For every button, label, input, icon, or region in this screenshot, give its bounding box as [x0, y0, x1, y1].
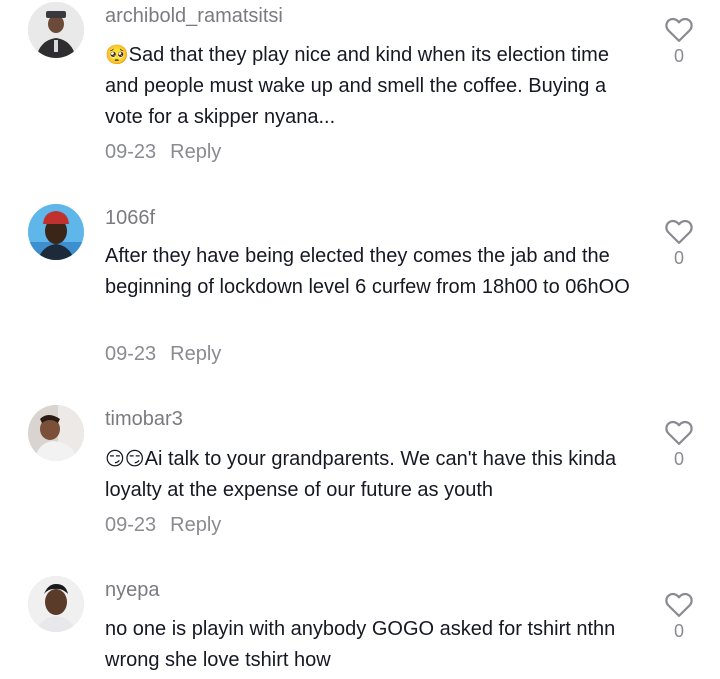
- comment-date: 09-23: [105, 141, 157, 163]
- comment-meta: 09-23 Reply: [105, 140, 221, 164]
- comment-date: 09-23: [105, 514, 157, 536]
- comment-text: no one is playin with anybody GOGO asked…: [105, 614, 640, 676]
- avatar-image: [28, 405, 84, 461]
- comment-text: After they have being elected they comes…: [105, 241, 640, 303]
- like-count: 0: [673, 46, 684, 66]
- avatar[interactable]: [28, 405, 84, 461]
- comment-username[interactable]: archibold_ramatsitsi: [105, 4, 283, 28]
- avatar[interactable]: [28, 576, 84, 632]
- comment-text: 😏😏Ai talk to your grandparents. We can't…: [105, 444, 640, 506]
- comment-username[interactable]: nyepa: [105, 578, 160, 602]
- like-control: 0: [662, 418, 696, 470]
- like-count: 0: [673, 449, 684, 469]
- avatar-image: [28, 204, 84, 260]
- heart-outline-icon[interactable]: [664, 15, 694, 43]
- comment-username[interactable]: 1066f: [105, 206, 155, 230]
- comment-body: After they have being elected they comes…: [105, 245, 630, 298]
- reply-button[interactable]: Reply: [170, 514, 221, 536]
- like-control: 0: [662, 15, 696, 67]
- pleading-face-emoji: 🥺: [105, 45, 129, 66]
- like-count: 0: [673, 621, 684, 641]
- comment-body: Ai talk to your grandparents. We can't h…: [105, 448, 617, 501]
- reply-button[interactable]: Reply: [170, 141, 221, 163]
- comment-username[interactable]: timobar3: [105, 407, 183, 431]
- comment-text: 🥺Sad that they play nice and kind when i…: [105, 40, 640, 133]
- comment-body: no one is playin with anybody GOGO asked…: [105, 618, 616, 671]
- avatar[interactable]: [28, 204, 84, 260]
- avatar-image: [28, 576, 84, 632]
- like-control: 0: [662, 217, 696, 269]
- comment-meta: 09-23 Reply: [105, 513, 221, 537]
- avatar-image: [28, 2, 84, 58]
- like-control: 0: [662, 590, 696, 642]
- smirking-face-emoji: 😏😏: [105, 449, 145, 470]
- heart-outline-icon[interactable]: [664, 217, 694, 245]
- comment-date: 09-23: [105, 343, 157, 365]
- comment-meta: 09-23 Reply: [105, 342, 221, 366]
- avatar[interactable]: [28, 2, 84, 58]
- comment-body: Sad that they play nice and kind when it…: [105, 44, 609, 128]
- like-count: 0: [673, 248, 684, 268]
- heart-outline-icon[interactable]: [664, 418, 694, 446]
- heart-outline-icon[interactable]: [664, 590, 694, 618]
- reply-button[interactable]: Reply: [170, 343, 221, 365]
